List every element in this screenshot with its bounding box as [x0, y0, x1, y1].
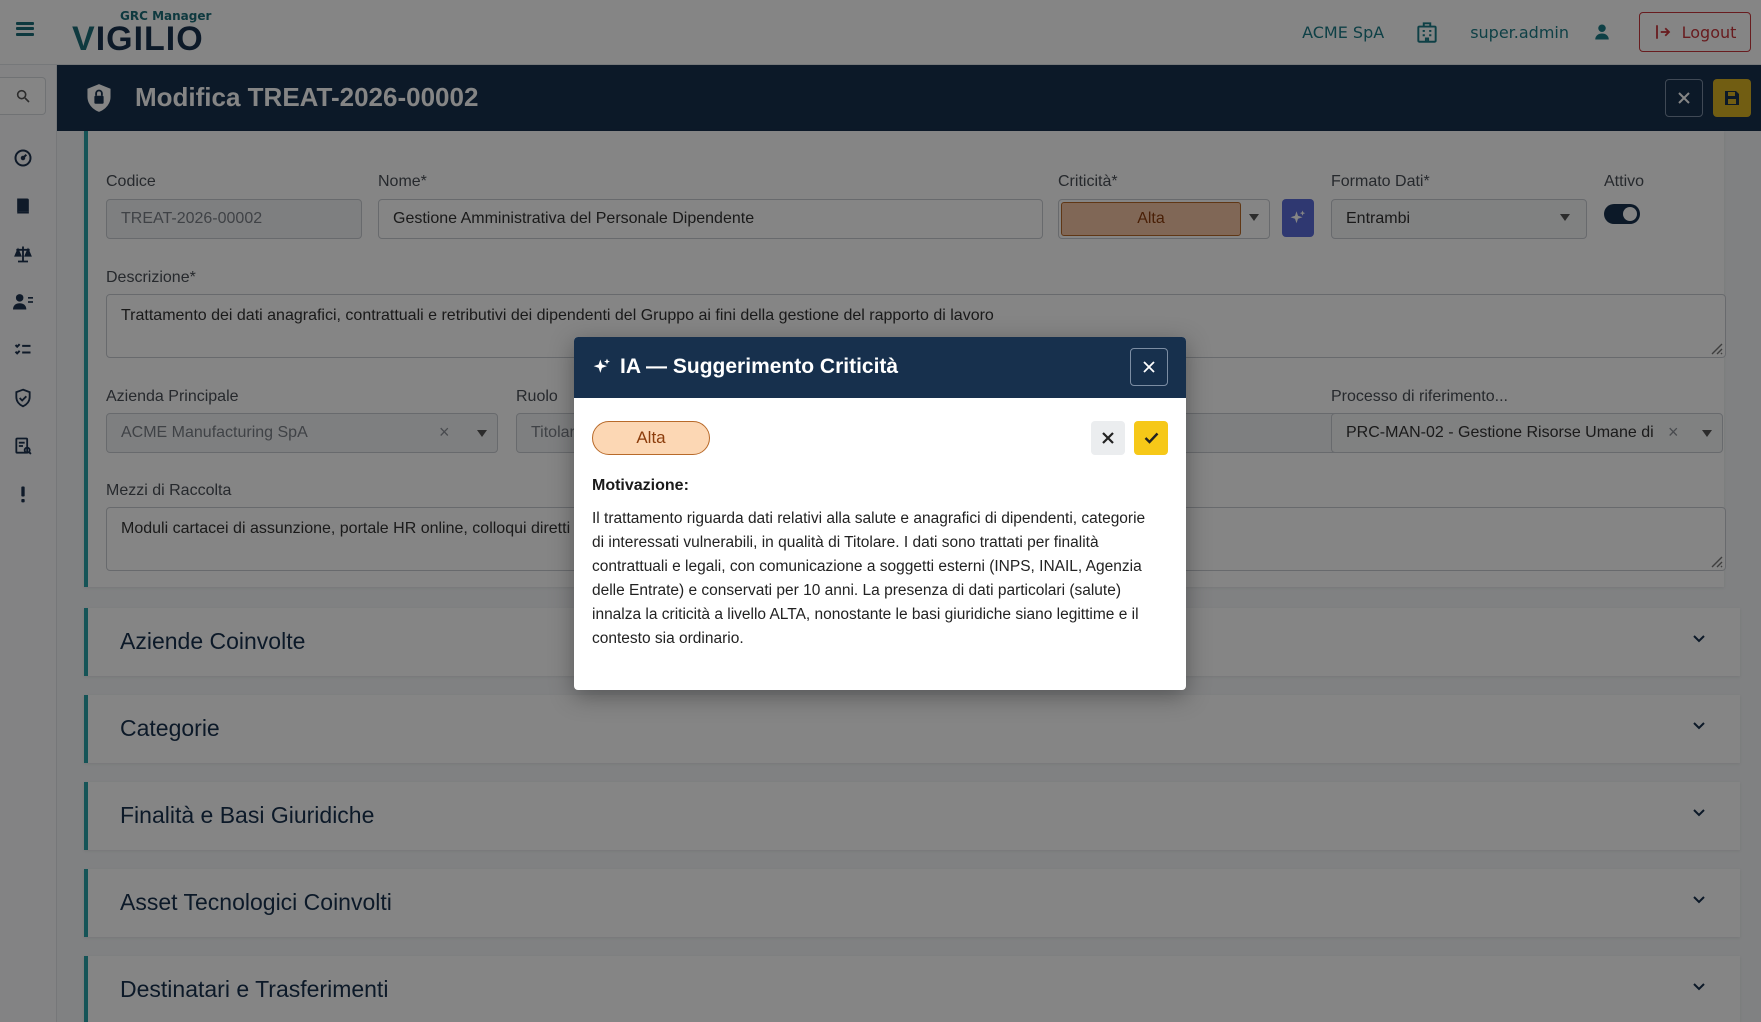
suggested-level-badge: Alta: [592, 421, 710, 455]
ai-suggestion-dialog: IA — Suggerimento Criticità Alta Motivaz…: [574, 337, 1186, 690]
motivation-label: Motivazione:: [592, 477, 689, 494]
close-icon: [1143, 361, 1155, 373]
sparkles-icon: [592, 357, 612, 381]
dialog-close-button[interactable]: [1130, 348, 1168, 386]
close-icon: [1102, 432, 1114, 444]
check-icon: [1144, 432, 1158, 444]
reject-suggestion-button[interactable]: [1091, 421, 1125, 455]
accept-suggestion-button[interactable]: [1134, 421, 1168, 455]
dialog-header: IA — Suggerimento Criticità: [574, 337, 1186, 398]
dialog-title: IA — Suggerimento Criticità: [620, 355, 899, 378]
motivation-text: Il trattamento riguarda dati relativi al…: [592, 510, 1146, 647]
